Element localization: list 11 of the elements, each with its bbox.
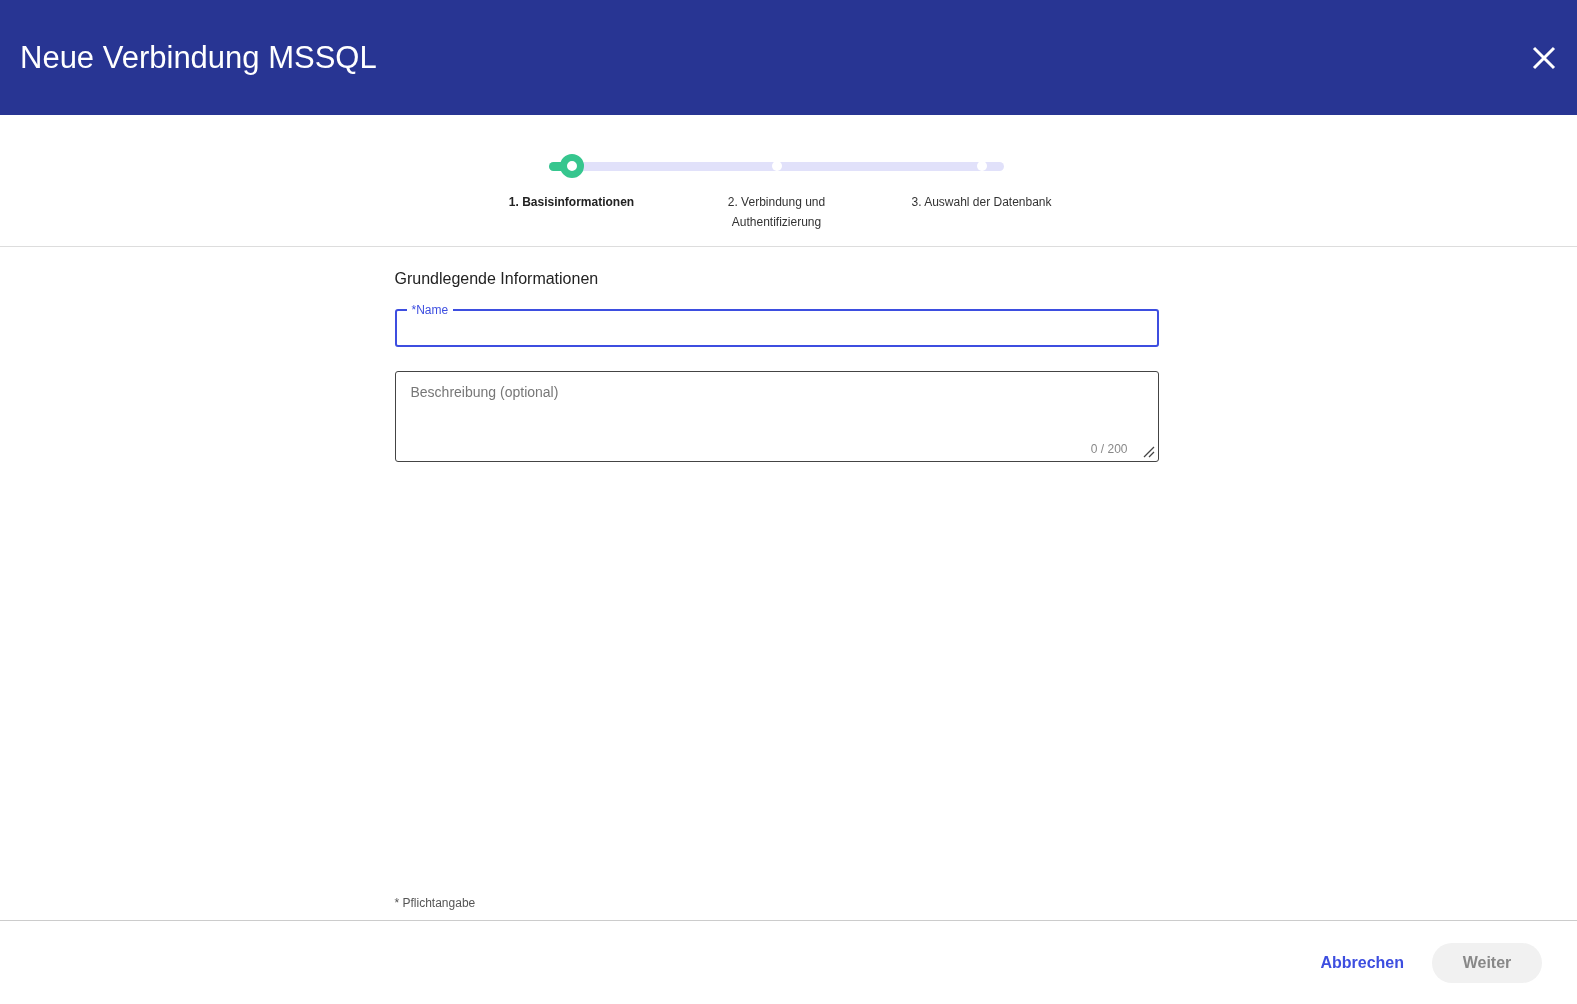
resize-handle-icon[interactable] (1142, 446, 1155, 458)
required-note: * Pflichtangabe (394, 895, 477, 912)
step-label[interactable]: 2. Verbindung und Authentifizierung (721, 192, 832, 232)
close-button[interactable] (1531, 44, 1557, 71)
character-counter: 0 / 200 (1090, 441, 1128, 458)
step-label[interactable]: 1. Basisinformationen (481, 192, 662, 212)
step-label[interactable]: 3. Auswahl der Datenbank (891, 192, 1072, 212)
dialog-title: Neue Verbindung MSSQL (20, 38, 377, 77)
section-title: Grundlegende Informationen (394, 269, 600, 289)
cancel-button[interactable]: Abbrechen (1300, 942, 1424, 983)
close-icon (1531, 44, 1557, 71)
